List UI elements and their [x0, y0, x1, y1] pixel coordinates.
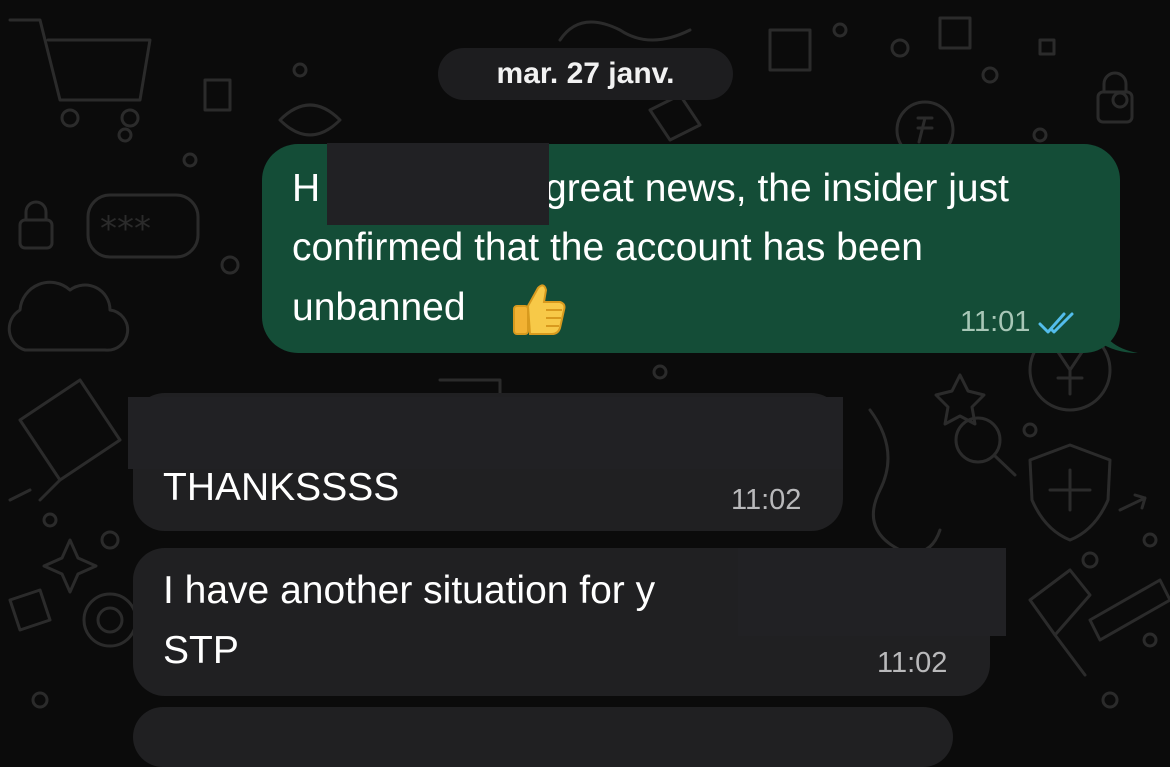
redaction-box: [327, 143, 549, 225]
message-meta: 11:01: [960, 306, 1076, 339]
incoming-message-bubble[interactable]: [133, 707, 953, 767]
message-text-line: unbanned: [292, 286, 466, 329]
message-time: 11:02: [877, 647, 948, 679]
message-text-line: confirmed that the account has been: [292, 226, 923, 269]
message-text-line: H: [292, 167, 321, 210]
svg-text:***: ***: [100, 209, 151, 249]
double-check-icon: [1038, 312, 1074, 333]
redaction-box: [738, 548, 1006, 636]
thumbs-up-icon: [513, 284, 566, 335]
message-time: 11:01: [960, 306, 1031, 338]
message-text-line: I have another situation for y: [163, 569, 656, 612]
message-text-line: great news, the insider just: [545, 167, 1009, 210]
date-separator: mar. 27 janv.: [438, 48, 733, 100]
message-text-line: STP: [163, 629, 239, 672]
message-text: THANKSSSS: [163, 466, 400, 509]
message-time: 11:02: [731, 484, 802, 516]
bubble-tail: [1098, 319, 1138, 353]
